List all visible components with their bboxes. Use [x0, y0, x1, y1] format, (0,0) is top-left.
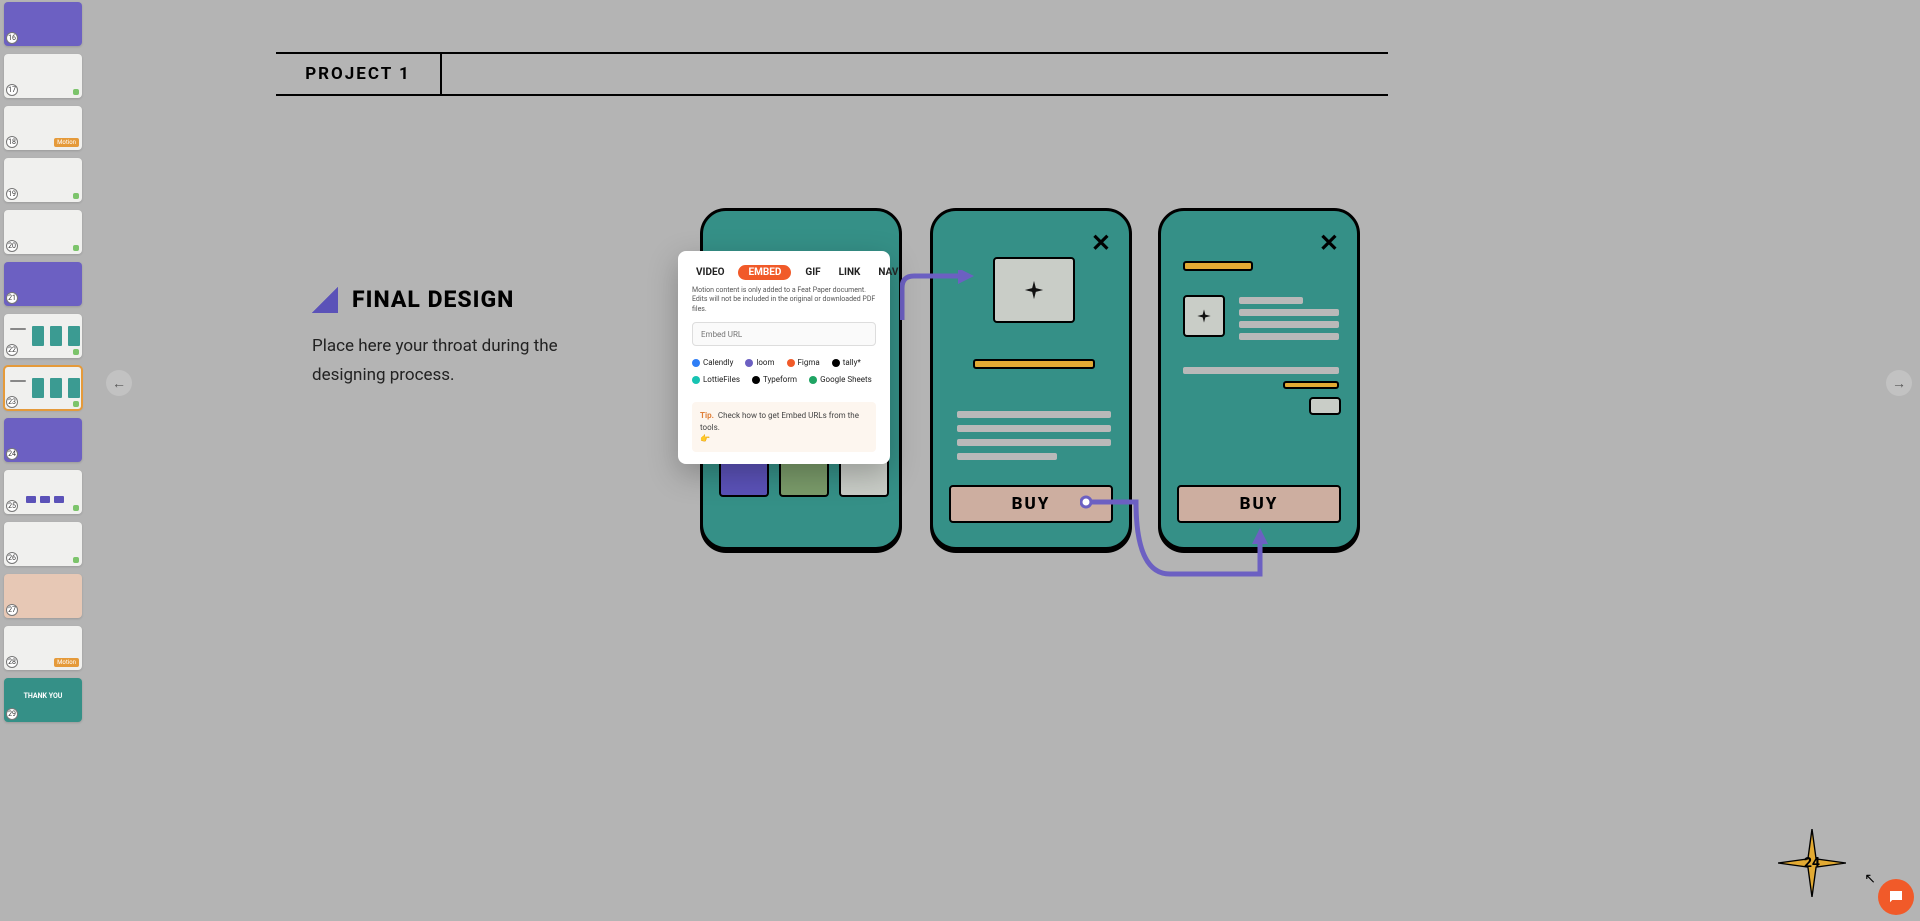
embed-url-input[interactable] — [692, 322, 876, 346]
tip-text: Check how to get Embed URLs from the too… — [700, 411, 859, 431]
slide-number-badge: 18 — [6, 136, 18, 148]
slide-thumbnail[interactable]: 16 — [4, 2, 82, 46]
arrow-left-icon: ← — [112, 375, 126, 392]
section-heading-row: FINAL DESIGN — [312, 286, 514, 313]
slide-number-badge: 26 — [6, 552, 18, 564]
popup-note: Motion content is only added to a Feat P… — [692, 286, 876, 314]
buy-button[interactable]: BUY — [1177, 485, 1341, 523]
slide-thumbnail[interactable]: 18Motion — [4, 106, 82, 150]
close-icon[interactable]: ✕ — [1091, 229, 1111, 257]
slide-thumbnail[interactable]: 27 — [4, 574, 82, 618]
buy-button-label: BUY — [1240, 494, 1279, 514]
popup-tab-video[interactable]: VIDEO — [692, 265, 728, 280]
provider-googlesheets[interactable]: Google Sheets — [809, 375, 872, 384]
chat-icon — [1887, 888, 1905, 906]
close-icon[interactable]: ✕ — [1319, 229, 1339, 257]
section-body-text: Place here your throat during the design… — [312, 332, 572, 390]
provider-typeform[interactable]: Typeform — [752, 375, 797, 384]
project-label: PROJECT 1 — [276, 54, 442, 94]
slide-number-badge: 29 — [6, 708, 18, 720]
sparkle-icon — [1196, 308, 1212, 324]
slide-number-badge: 25 — [6, 500, 18, 512]
triangle-icon — [312, 287, 338, 313]
slide-thumbnail[interactable]: 23 — [4, 366, 82, 410]
embed-provider-logos: Calendly loom Figma tally* LottieFiles Typefo… — [692, 358, 876, 384]
page-number-star: 24 — [1804, 855, 1820, 871]
arrow-right-icon: → — [1892, 375, 1906, 392]
tip-box: Tip.Check how to get Embed URLs from the… — [692, 402, 876, 452]
prev-slide-button[interactable]: ← — [106, 370, 132, 396]
slide-thumbnail[interactable]: 22 — [4, 314, 82, 358]
slide-thumbnail[interactable]: 19 — [4, 158, 82, 202]
slide-thumbnail[interactable]: 21 — [4, 262, 82, 306]
phone-mockup-2: ✕ BUY — [930, 208, 1132, 550]
chat-support-button[interactable] — [1878, 879, 1914, 915]
provider-figma[interactable]: Figma — [787, 358, 820, 367]
slide-thumbnail[interactable]: 28Motion — [4, 626, 82, 670]
embed-popup: VIDEOEMBEDGIFLINKNAV Motion content is o… — [678, 251, 890, 464]
slide-number-badge: 23 — [6, 396, 18, 408]
slide-number-badge: 16 — [6, 32, 18, 44]
provider-calendly[interactable]: Calendly — [692, 358, 733, 367]
slide-number-badge: 28 — [6, 656, 18, 668]
section-heading: FINAL DESIGN — [352, 286, 514, 313]
buy-button-label: BUY — [1012, 494, 1051, 514]
provider-lottiefiles[interactable]: LottieFiles — [692, 375, 740, 384]
popup-tab-gif[interactable]: GIF — [801, 265, 824, 280]
provider-tally[interactable]: tally* — [832, 358, 861, 367]
slide-number-badge: 22 — [6, 344, 18, 356]
slide-thumbnail[interactable]: 17 — [4, 54, 82, 98]
popup-tab-embed[interactable]: EMBED — [738, 265, 791, 280]
slide-number-badge: 21 — [6, 292, 18, 304]
slide-number-badge: 24 — [6, 448, 18, 460]
slide-thumbnail[interactable]: 20 — [4, 210, 82, 254]
slide-number-badge: 27 — [6, 604, 18, 616]
slide-thumbnail[interactable]: THANK YOU29 — [4, 678, 82, 722]
page-number: 24 — [1804, 855, 1820, 871]
slide-number-badge: 17 — [6, 84, 18, 96]
tip-label: Tip. — [700, 411, 714, 420]
next-slide-button[interactable]: → — [1886, 370, 1912, 396]
phone-mockup-3: ✕ BUY — [1158, 208, 1360, 550]
slide-thumbnail[interactable]: 26 — [4, 522, 82, 566]
sparkle-icon — [1023, 279, 1045, 301]
provider-loom[interactable]: loom — [745, 358, 774, 367]
popup-tabs: VIDEOEMBEDGIFLINKNAV — [692, 265, 876, 280]
slide-thumbnail-panel: 16 17 18Motion 19 20 21 22 23 24 25 26 27 28Motion TH… — [0, 0, 90, 921]
popup-tab-link[interactable]: LINK — [835, 265, 865, 280]
slide-title-band: PROJECT 1 — [276, 52, 1388, 96]
point-right-icon: 👉 — [700, 433, 868, 444]
cursor-icon: ↖ — [1864, 871, 1876, 887]
buy-button[interactable]: BUY — [949, 485, 1113, 523]
slide-number-badge: 19 — [6, 188, 18, 200]
popup-tab-nav[interactable]: NAV — [874, 265, 902, 280]
slide-thumbnail[interactable]: 25 — [4, 470, 82, 514]
slide-thumbnail[interactable]: 24 — [4, 418, 82, 462]
slide-number-badge: 20 — [6, 240, 18, 252]
